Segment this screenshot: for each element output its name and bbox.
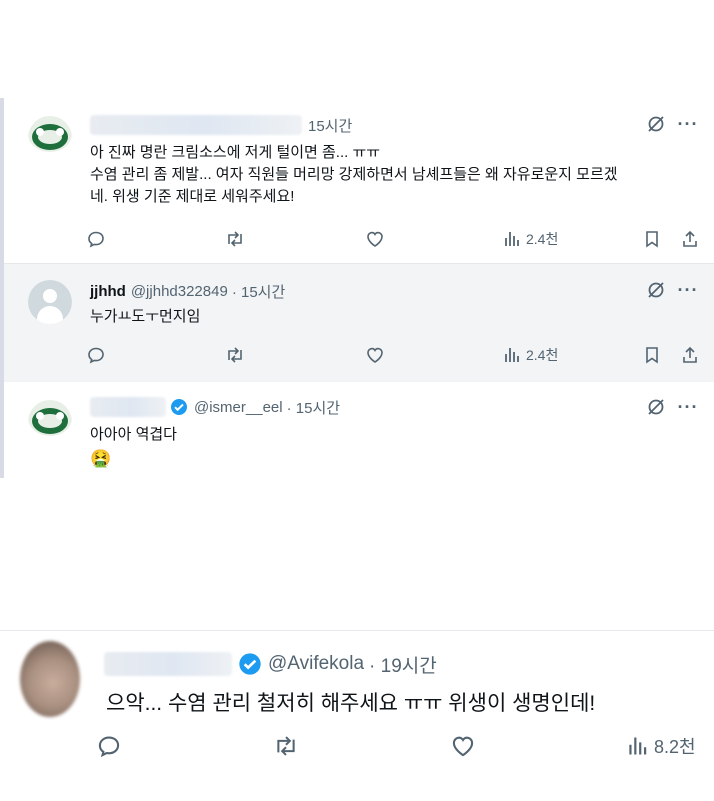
tweet-text: 누가ㅛ도ㅜ먼지임	[90, 308, 201, 325]
views-count: 2.4천	[526, 231, 559, 247]
like-button[interactable]	[365, 226, 385, 252]
views-button[interactable]: 2.4천	[504, 226, 558, 252]
reply-icon	[88, 347, 104, 364]
reply-button[interactable]	[86, 342, 106, 368]
reply-icon	[88, 231, 104, 248]
tweet-actions: 2.4천	[86, 226, 706, 252]
reply-icon	[98, 736, 120, 758]
views-count: 2.4천	[526, 347, 559, 363]
tweet-actions: 2.4천	[86, 342, 706, 368]
tweet-actions: 8.2천	[96, 731, 714, 761]
tweet-text-line-2: 수염 관리 좀 제발... 여자 직원들 머리망 강제하면서 남셰프들은 왜 자…	[90, 166, 618, 183]
retweet-button[interactable]	[224, 226, 246, 252]
avatar[interactable]	[28, 280, 72, 324]
share-icon	[683, 346, 697, 363]
retweet-icon	[277, 736, 295, 756]
reply-thread: 15시간 ··· 아 진짜 명란 크림소스에 저게 털이면 좀... ㅠㅠ 수염…	[0, 98, 714, 478]
views-icon	[505, 232, 519, 246]
timestamp[interactable]: 15시간	[308, 115, 352, 136]
tweet-text-line-1: 아 진짜 명란 크림소스에 저게 털이면 좀... ㅠㅠ	[90, 144, 381, 161]
share-button[interactable]	[680, 226, 700, 252]
verified-badge-icon	[238, 652, 262, 676]
like-icon	[367, 347, 383, 363]
retweet-icon	[228, 231, 242, 247]
author-handle[interactable]: @Avifekola	[268, 653, 364, 675]
tweet-3[interactable]: @ismer__eel · 15시간 ··· 아아아 역겹다 🤮	[4, 381, 714, 478]
screenshot-page: 15시간 ··· 아 진짜 명란 크림소스에 저게 털이면 좀... ㅠㅠ 수염…	[0, 0, 714, 801]
reply-button[interactable]	[86, 226, 106, 252]
avatar[interactable]	[20, 641, 80, 717]
reply-button[interactable]	[96, 731, 122, 761]
tweet-1[interactable]: 15시간 ··· 아 진짜 명란 크림소스에 저게 털이면 좀... ㅠㅠ 수염…	[4, 98, 714, 263]
blurred-author-name	[104, 652, 232, 676]
tweet-header: @ismer__eel · 15시간	[90, 396, 340, 418]
bookmark-button[interactable]	[642, 342, 662, 368]
timestamp[interactable]: · 15시간	[232, 281, 285, 302]
avatar[interactable]	[28, 400, 72, 436]
tweet-header: @Avifekola · 19시간	[104, 649, 437, 679]
bookmark-icon	[646, 231, 658, 248]
tweet-text-line-3: 네. 위생 기준 제대로 세워주세요!	[90, 188, 295, 205]
more-icon[interactable]: ···	[676, 112, 700, 136]
vomit-emoji-icon: 🤮	[90, 449, 112, 468]
retweet-button[interactable]	[272, 731, 300, 761]
author-handle[interactable]: @jjhhd322849	[131, 283, 228, 300]
share-button[interactable]	[680, 342, 700, 368]
more-icon[interactable]: ···	[676, 278, 700, 302]
bookmark-icon	[646, 347, 658, 364]
tweet-4[interactable]: @Avifekola · 19시간 으악... 수염 관리 철저히 해주세요 ㅠ…	[0, 630, 714, 801]
share-icon	[683, 230, 697, 247]
grok-icon[interactable]	[644, 395, 668, 419]
author-handle[interactable]: @ismer__eel	[194, 399, 283, 416]
grok-icon[interactable]	[644, 112, 668, 136]
like-button[interactable]	[365, 342, 385, 368]
tweet-header: jjhhd @jjhhd322849 · 15시간	[90, 280, 285, 302]
retweet-icon	[228, 347, 242, 363]
tweet-text: 아아아 역겹다	[90, 426, 177, 443]
timestamp[interactable]: · 15시간	[287, 397, 340, 418]
verified-badge-icon	[170, 398, 188, 416]
tweet-text: 으악... 수염 관리 철저히 해주세요 ㅠㅠ 위생이 생명인데!	[106, 692, 596, 715]
blurred-author-name	[90, 397, 166, 417]
bookmark-button[interactable]	[642, 226, 662, 252]
views-count: 8.2천	[654, 737, 696, 757]
avatar[interactable]	[28, 116, 72, 152]
retweet-button[interactable]	[224, 342, 246, 368]
blurred-author-name	[90, 115, 302, 135]
grok-icon[interactable]	[644, 278, 668, 302]
views-button[interactable]: 8.2천	[628, 731, 696, 761]
more-icon[interactable]: ···	[676, 395, 700, 419]
views-icon	[505, 348, 519, 362]
views-icon	[629, 737, 647, 755]
timestamp[interactable]: · 19시간	[369, 651, 437, 678]
tweet-2[interactable]: jjhhd @jjhhd322849 · 15시간 ··· 누가ㅛ도ㅜ먼지임 2…	[4, 263, 714, 381]
tweet-header: 15시간	[90, 114, 352, 136]
like-icon	[452, 736, 474, 757]
views-button[interactable]: 2.4천	[504, 342, 558, 368]
like-button[interactable]	[450, 731, 476, 761]
author-name[interactable]: jjhhd	[90, 283, 126, 300]
like-icon	[367, 231, 383, 247]
